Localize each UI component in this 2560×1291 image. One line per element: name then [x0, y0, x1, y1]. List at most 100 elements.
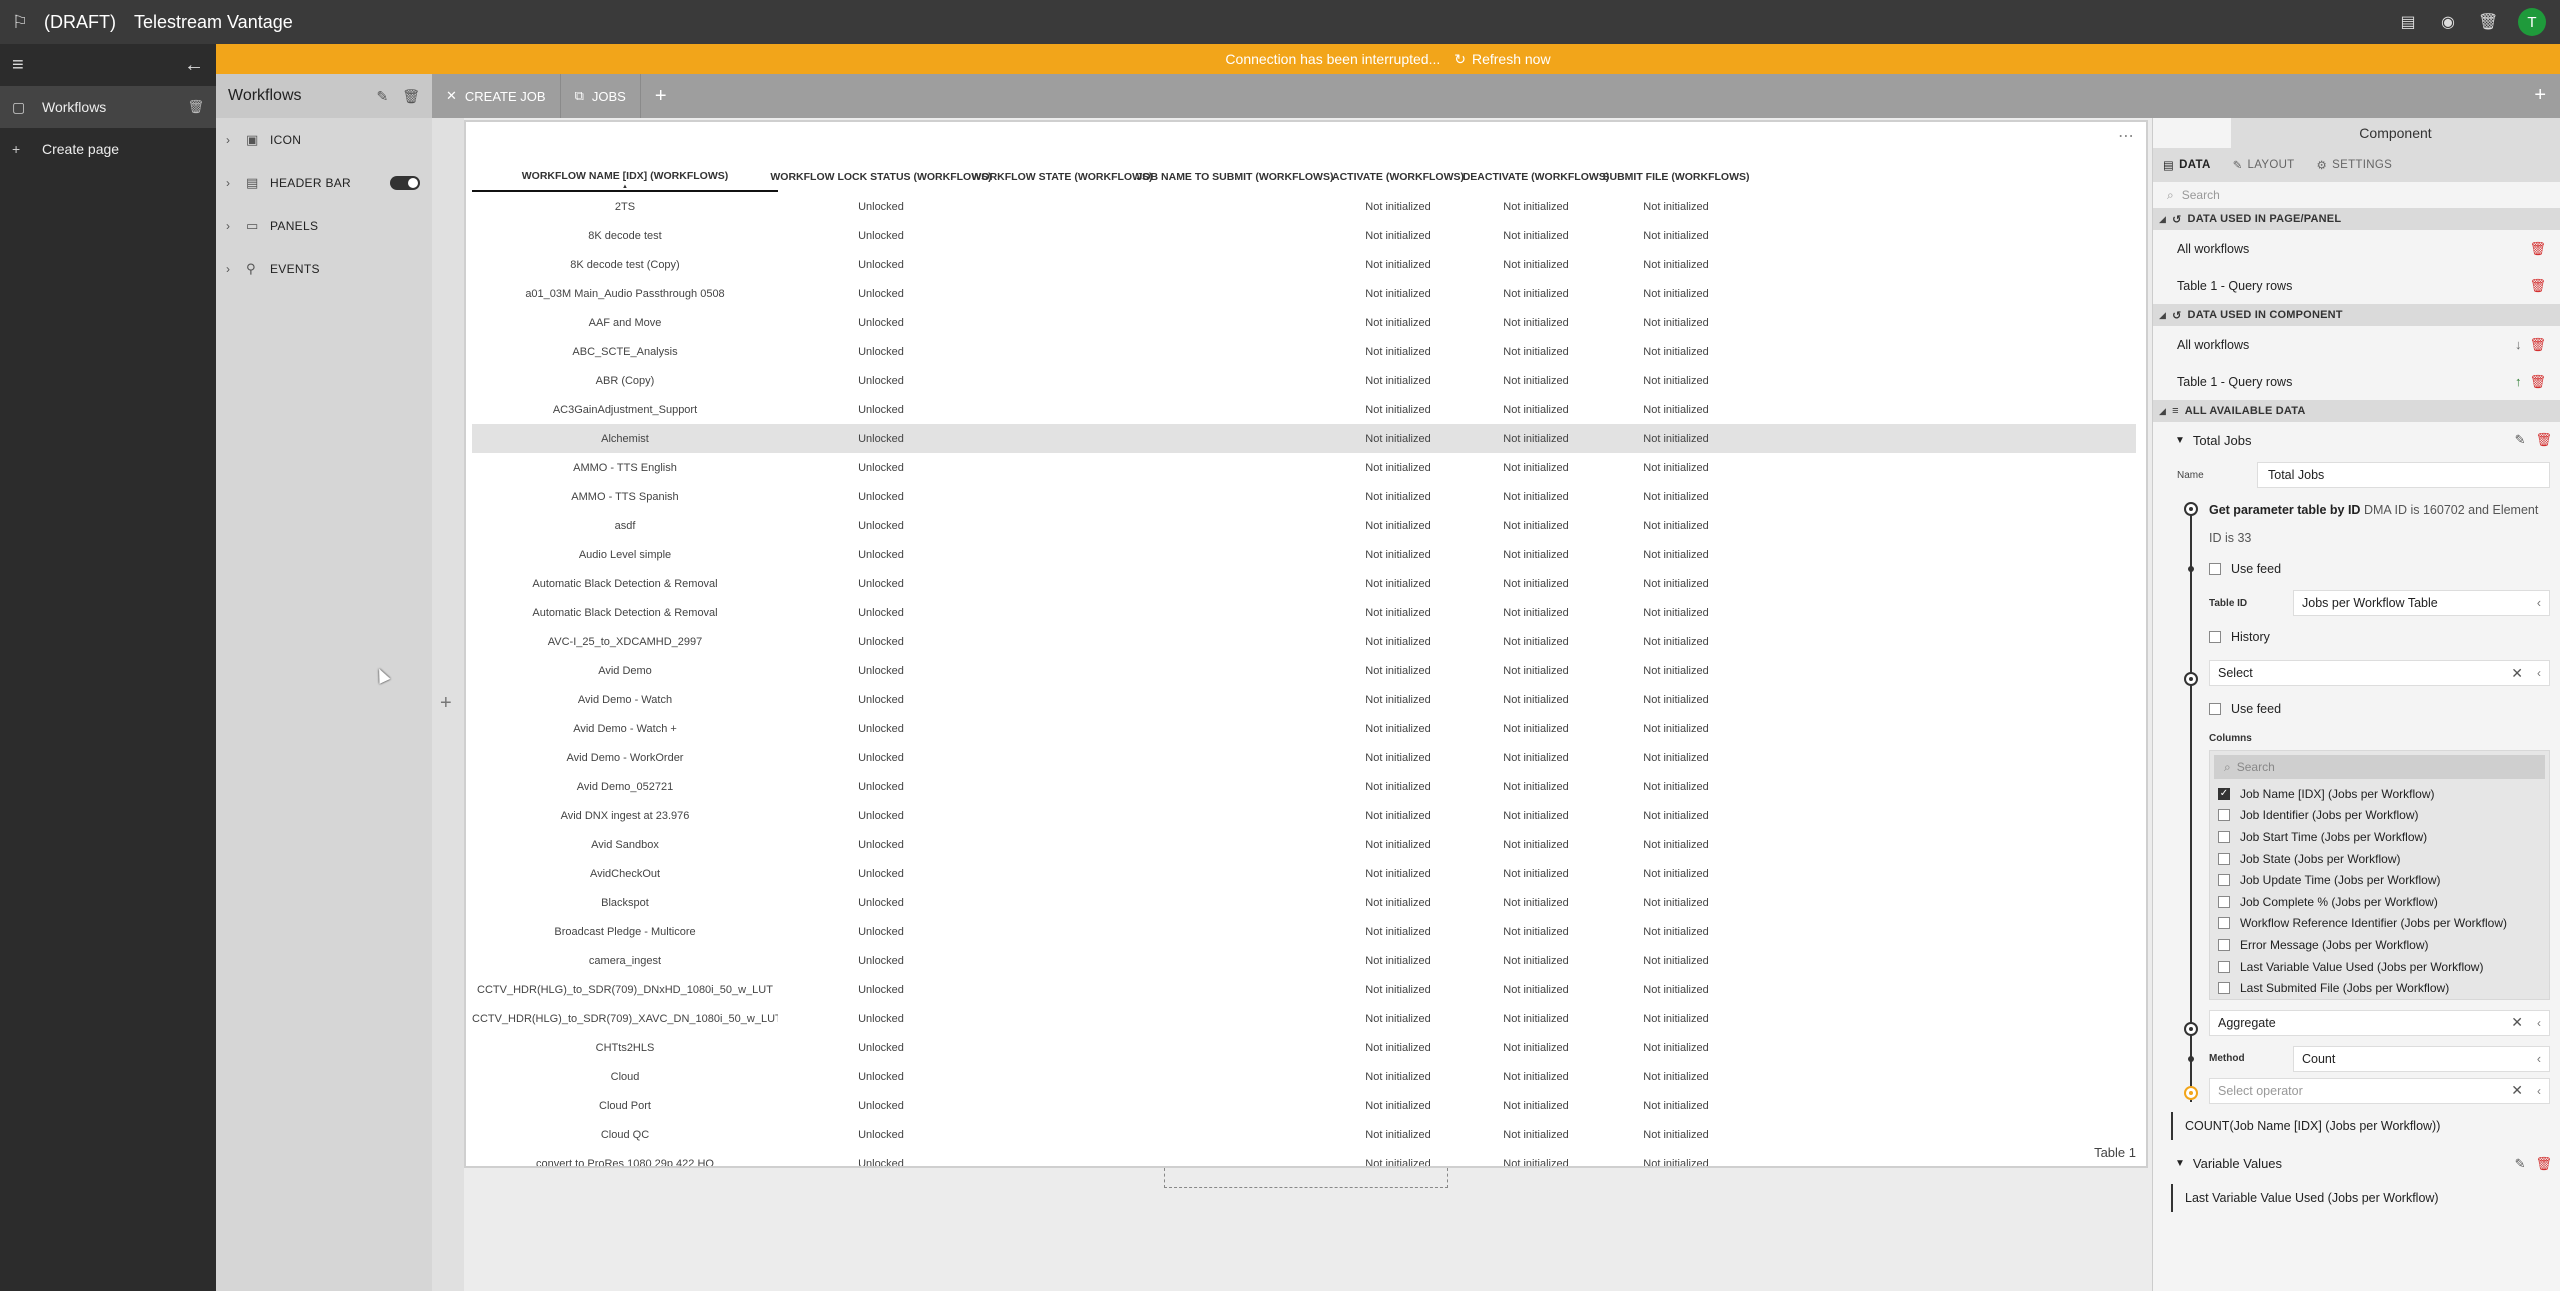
checkbox[interactable] [2218, 960, 2230, 973]
table-row[interactable]: 2TS Unlocked Not initialized Not initialize… [472, 192, 2136, 221]
table-row[interactable]: Alchemist Unlocked Not initialized Not init… [472, 424, 2136, 453]
table-row[interactable]: camera_ingest Unlocked Not initialized Not … [472, 946, 2136, 975]
section-icon[interactable]: › ▣ ICON [216, 118, 432, 161]
trash-icon[interactable]: 🗑 [2535, 1156, 2552, 1172]
preview-icon[interactable]: ◉ [2438, 12, 2458, 32]
column-option[interactable]: Job State (Jobs per Workflow) [2210, 848, 2549, 870]
close-icon[interactable]: ✕ [2511, 1082, 2523, 1099]
table-row[interactable]: Broadcast Pledge - Multicore Unlocked Not … [472, 917, 2136, 946]
edit-off-icon[interactable]: ✎ [2515, 432, 2526, 448]
data-item[interactable]: Table 1 - Query rows 🗑 [2159, 267, 2554, 304]
column-header[interactable]: DEACTIVATE (WORKFLOWS) [1463, 162, 1610, 192]
data-item[interactable]: All workflows 🗑 [2159, 230, 2554, 267]
columns-search-input[interactable]: ⌕ Search [2214, 755, 2545, 779]
column-header[interactable]: WORKFLOW NAME [IDX] (WORKFLOWS) [472, 162, 778, 192]
table-row[interactable]: convert to ProRes 1080 29p 422 HQ Unlocke… [472, 1149, 2136, 1167]
trash-icon[interactable]: 🗑 [187, 99, 204, 115]
section-data-used-in-page[interactable]: ◢ ↺ DATA USED IN PAGE/PANEL [2153, 208, 2560, 230]
checkbox[interactable] [2209, 631, 2221, 643]
refresh-now-button[interactable]: ↻ Refresh now [1454, 51, 1550, 68]
checkbox[interactable] [2209, 703, 2221, 715]
table-row[interactable]: ABC_SCTE_Analysis Unlocked Not initialized… [472, 337, 2136, 366]
table-row[interactable]: AMMO - TTS Spanish Unlocked Not initialize… [472, 482, 2136, 511]
table-row[interactable]: Avid Sandbox Unlocked Not initialized Not i… [472, 830, 2136, 859]
select-operator-input[interactable]: Select operator ✕ ‹ [2209, 1077, 2550, 1104]
nav-item-workflows[interactable]: ▢ Workflows 🗑 [0, 86, 216, 128]
trash-icon[interactable]: 🗑 [2529, 337, 2546, 353]
column-header[interactable]: WORKFLOW STATE (WORKFLOWS) [972, 162, 1153, 192]
column-option[interactable]: Job Complete % (Jobs per Workflow) [2210, 891, 2549, 913]
table-row[interactable]: 8K decode test (Copy) Unlocked Not initial… [472, 250, 2136, 279]
group-variable-values[interactable]: ▼ Variable Values ✎ 🗑 [2153, 1146, 2560, 1182]
checkbox[interactable] [2218, 938, 2230, 951]
checkbox[interactable] [2218, 830, 2230, 843]
column-option[interactable]: Job Update Time (Jobs per Workflow) [2210, 869, 2549, 891]
column-header[interactable]: ACTIVATE (WORKFLOWS) [1330, 162, 1466, 192]
column-option[interactable]: Last Variable Value Used (Jobs per Workf… [2210, 956, 2549, 978]
checkbox[interactable] [2209, 563, 2221, 575]
column-header[interactable]: JOB NAME TO SUBMIT (WORKFLOWS) [1137, 162, 1334, 192]
table-row[interactable]: Blackspot Unlocked Not initialized Not init… [472, 888, 2136, 917]
table-row[interactable]: asdf Unlocked Not initialized Not initializ… [472, 511, 2136, 540]
column-header[interactable]: WORKFLOW LOCK STATUS (WORKFLOWS) [770, 162, 991, 192]
data-item[interactable]: All workflows ↓ 🗑 [2159, 326, 2554, 363]
trash-icon[interactable]: 🗑 [402, 88, 420, 105]
checkbox[interactable] [2218, 982, 2230, 995]
trash-icon[interactable]: 🗑 [2535, 432, 2552, 448]
table-row[interactable]: CCTV_HDR(HLG)_to_SDR(709)_DNxHD_1080i_50… [472, 975, 2136, 1004]
tab-jobs[interactable]: ⧉ JOBS [561, 74, 641, 118]
close-icon[interactable]: ✕ [2511, 665, 2523, 682]
feedback-icon[interactable]: ⚐ [0, 12, 40, 33]
table-row[interactable]: Cloud QC Unlocked Not initialized Not initi… [472, 1120, 2136, 1149]
hamburger-icon[interactable]: ≡ [12, 54, 24, 77]
checkbox[interactable] [2218, 895, 2230, 908]
section-data-used-in-component[interactable]: ◢ ↺ DATA USED IN COMPONENT [2153, 304, 2560, 326]
delete-icon[interactable]: 🗑 [2478, 12, 2498, 32]
nav-item-create-page[interactable]: + Create page [0, 128, 216, 170]
column-option[interactable]: Job Identifier (Jobs per Workflow) [2210, 805, 2549, 827]
table-row[interactable]: Automatic Black Detection & Removal Unloc… [472, 598, 2136, 627]
table-row[interactable]: AC3GainAdjustment_Support Unlocked Not ini… [472, 395, 2136, 424]
table-row[interactable]: Automatic Black Detection & Removal Unloc… [472, 569, 2136, 598]
chevron-left-icon[interactable]: ‹ [2537, 666, 2541, 680]
arrow-up-icon[interactable]: ↑ [2515, 374, 2522, 389]
chevron-left-icon[interactable]: ‹ [2537, 1084, 2541, 1098]
checkbox[interactable] [2218, 852, 2230, 865]
table-row[interactable]: CHTts2HLS Unlocked Not initialized Not init… [472, 1033, 2136, 1062]
checkbox[interactable] [2218, 874, 2230, 887]
close-icon[interactable]: ✕ [2511, 1014, 2523, 1031]
table-row[interactable]: AVC-I_25_to_XDCAMHD_2997 Unlocked Not init… [472, 627, 2136, 656]
table-row[interactable]: Cloud Port Unlocked Not initialized Not ini… [472, 1091, 2136, 1120]
table-row[interactable]: AMMO - TTS English Unlocked Not initialize… [472, 453, 2136, 482]
add-panel-button[interactable]: + [2534, 84, 2546, 107]
column-option[interactable]: Error Message (Jobs per Workflow) [2210, 934, 2549, 956]
avatar[interactable]: T [2518, 8, 2546, 36]
table-component[interactable]: ⋯ WORKFLOW NAME [IDX] (WORKFLOWS) WORKFL… [464, 120, 2148, 1168]
data-item[interactable]: Table 1 - Query rows ↑ 🗑 [2159, 363, 2554, 400]
checkbox[interactable] [2218, 809, 2230, 822]
back-arrow-icon[interactable]: ← [184, 54, 204, 77]
table-row[interactable]: a01_03M Main_Audio Passthrough 0508 Unloc… [472, 279, 2136, 308]
data-search-input[interactable]: ⌕ Search [2159, 182, 2554, 208]
more-options-icon[interactable]: ⋯ [2118, 126, 2134, 146]
select-operator-box[interactable]: Select ✕ ‹ [2209, 660, 2550, 686]
table-row[interactable]: Avid Demo - Watch Unlocked Not initialized… [472, 685, 2136, 714]
table-row[interactable]: CCTV_HDR(HLG)_to_SDR(709)_XAVC_DN_1080i_… [472, 1004, 2136, 1033]
table-row[interactable]: Avid DNX ingest at 23.976 Unlocked Not ini… [472, 801, 2136, 830]
table-row[interactable]: AvidCheckOut Unlocked Not initialized Not i… [472, 859, 2136, 888]
section-header-bar[interactable]: › ▤ HEADER BAR [216, 161, 432, 204]
table-row[interactable]: Audio Level simple Unlocked Not initialize… [472, 540, 2136, 569]
column-option[interactable]: Last Submited File (Jobs per Workflow) [2210, 977, 2549, 999]
add-column-button[interactable]: + [440, 692, 452, 715]
checkbox[interactable]: ✓ [2218, 787, 2230, 800]
history-checkbox[interactable]: History [2209, 620, 2550, 654]
edit-icon[interactable]: ✎ [376, 88, 388, 105]
edit-icon[interactable]: ✎ [2515, 1156, 2526, 1172]
use-feed-checkbox-2[interactable]: Use feed [2209, 692, 2550, 726]
method-select[interactable]: Count ‹ [2293, 1045, 2550, 1072]
aggregate-operator-box[interactable]: Aggregate ✕ ‹ [2209, 1009, 2550, 1036]
section-events[interactable]: › ⚲ EVENTS [216, 247, 432, 290]
add-tab-button[interactable]: + [641, 74, 681, 118]
table-row[interactable]: Cloud Unlocked Not initialized Not initiali… [472, 1062, 2136, 1091]
chevron-left-icon[interactable]: ‹ [2537, 1016, 2541, 1030]
